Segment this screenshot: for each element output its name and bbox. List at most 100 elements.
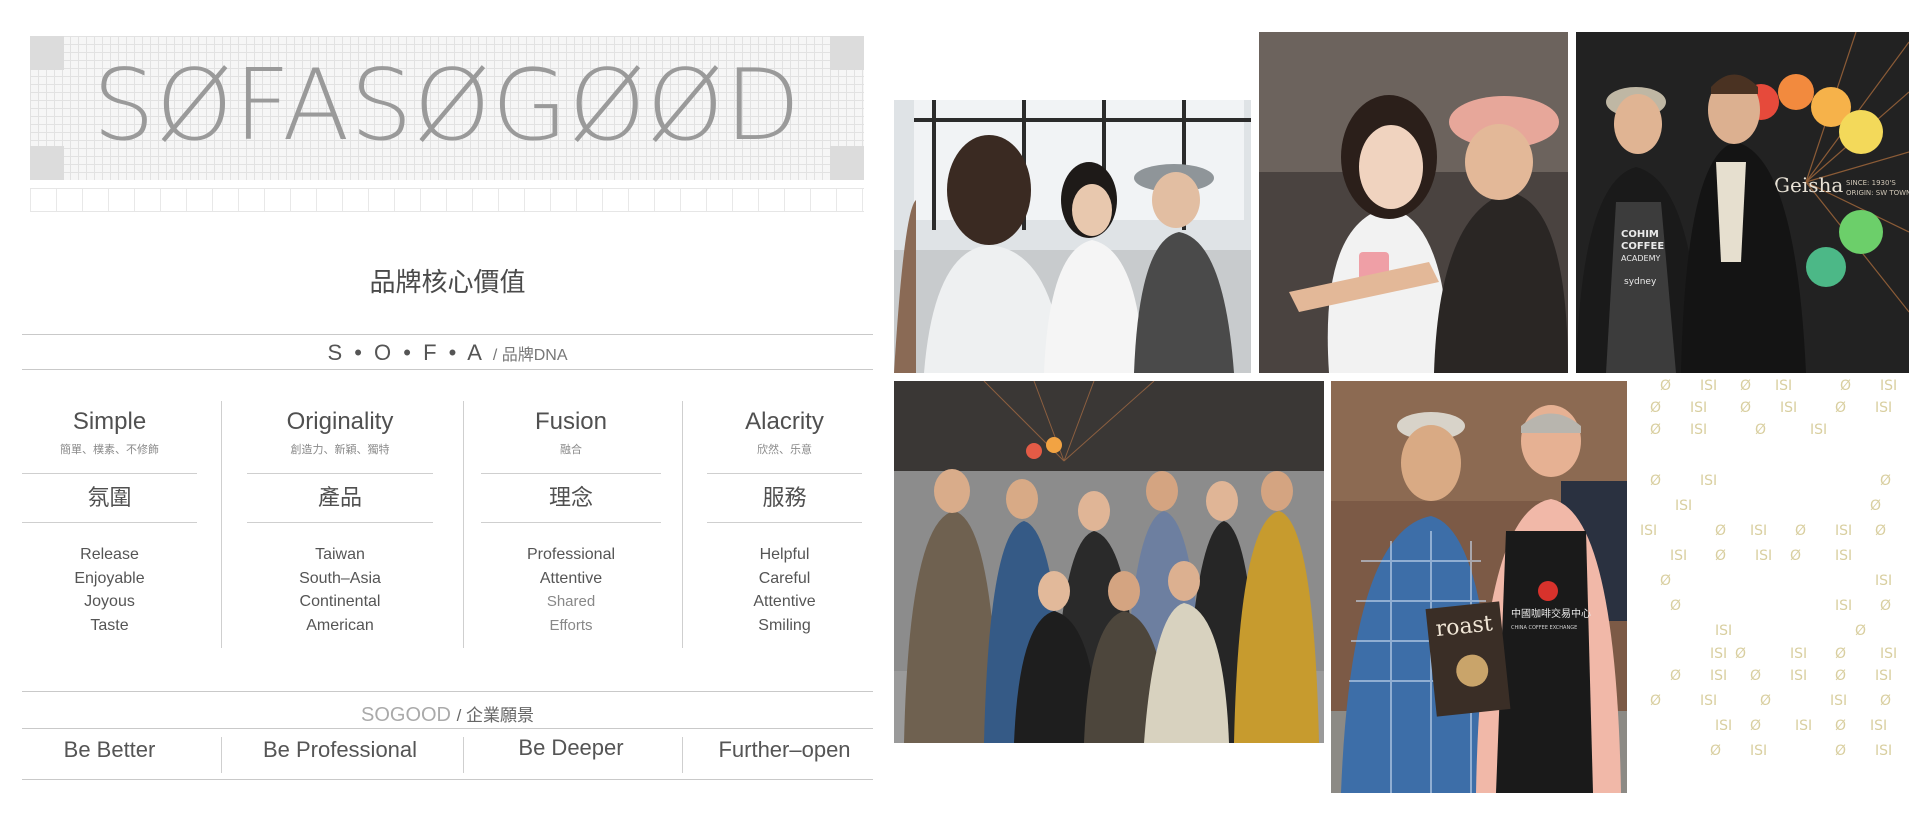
pattern-glyph: ISI <box>1835 523 1853 539</box>
column-items: Helpful Careful Attentive Smiling <box>707 543 862 637</box>
pattern-glyph: Ø <box>1715 523 1727 539</box>
pattern-glyph: ISI <box>1715 623 1733 639</box>
dna-suffix: / 品牌DNA <box>492 347 568 364</box>
column-subtitle: 欣然、乐意 <box>757 444 812 456</box>
pattern-glyph: Ø <box>1880 693 1892 709</box>
pattern-glyph: Ø <box>1880 598 1892 614</box>
photo-roast-book: 中國咖啡交易中心 CHINA COFFEE EXCHANGE roast <box>1331 381 1627 793</box>
list-item: Efforts <box>549 616 593 634</box>
list-item: Professional <box>526 546 616 563</box>
poster-brand: Geisha <box>1774 173 1843 197</box>
brand-dna-heading: S • O • F • A / 品牌DNA <box>22 340 873 366</box>
pattern-glyph: Ø <box>1735 646 1747 662</box>
core-values-title: 品牌核心價值 <box>369 267 526 297</box>
column-items: Taiwan South–Asia Continental American <box>247 543 433 637</box>
column-title: Simple <box>72 408 147 435</box>
pattern-glyph: ISI <box>1795 718 1813 734</box>
list-item: Shared <box>546 593 596 610</box>
column-separator <box>682 737 683 773</box>
pattern-glyph: Ø <box>1835 718 1847 734</box>
pattern-glyph: Ø <box>1835 668 1847 684</box>
pattern-glyph: Ø <box>1670 598 1682 614</box>
pattern-glyph: Ø <box>1855 623 1867 639</box>
list-item: Enjoyable <box>74 569 145 587</box>
column-title: Alacrity <box>745 408 824 435</box>
apron-line4: sydney <box>1624 277 1657 287</box>
pattern-glyph: ISI <box>1875 668 1893 684</box>
list-item: Continental <box>299 593 381 610</box>
column-items: Release Enjoyable Joyous Taste <box>22 543 197 637</box>
poster-origin: ORIGIN: SW TOWN OF <box>1846 189 1909 197</box>
list-item: Attentive <box>539 569 603 587</box>
pattern-glyph: ISI <box>1710 668 1728 684</box>
pattern-glyph: ISI <box>1875 743 1893 759</box>
list-item: Smiling <box>758 616 811 634</box>
column-divider <box>481 522 661 523</box>
pattern-glyph: ISI <box>1715 718 1733 734</box>
divider <box>22 691 873 692</box>
value-column-fusion: Fusion 融合 理念 Professional Attentive Shar… <box>481 405 661 637</box>
column-separator <box>463 401 464 648</box>
pattern-glyph: Ø <box>1650 473 1662 489</box>
pattern-glyph: Ø <box>1660 378 1672 394</box>
vision-item: Be Better <box>63 737 156 762</box>
pattern-glyph: ISI <box>1690 422 1708 438</box>
pattern-glyph: Ø <box>1760 693 1772 709</box>
pattern-glyph: ISI <box>1875 400 1893 416</box>
pattern-glyph: ISI <box>1780 400 1798 416</box>
column-divider <box>707 522 862 523</box>
apron-line3: ACADEMY <box>1621 254 1661 263</box>
pattern-glyph: ISI <box>1790 646 1808 662</box>
pattern-glyph: ISI <box>1870 718 1888 734</box>
list-item: Taste <box>90 616 129 634</box>
column-subtitle: 創造力、新穎、獨特 <box>290 444 390 456</box>
pattern-glyph: ISI <box>1675 498 1693 514</box>
value-column-originality: Originality 創造力、新穎、獨特 產品 Taiwan South–As… <box>247 405 433 637</box>
pattern-glyph: ISI <box>1690 400 1708 416</box>
pattern-glyph: Ø <box>1835 400 1847 416</box>
logo-ruler <box>30 188 864 212</box>
photo-presentation <box>1259 32 1568 373</box>
column-subtitle: 融合 <box>560 444 582 456</box>
pattern-glyph: Ø <box>1755 422 1767 438</box>
value-column-simple: Simple 簡單、樸素、不修飾 氛圍 Release Enjoyable Jo… <box>22 405 197 637</box>
poster-since: SINCE: 1930'S <box>1846 179 1896 187</box>
logo-wordmark: SØFASØGØØD <box>92 49 802 163</box>
pattern-glyph: Ø <box>1740 378 1752 394</box>
pattern-glyph: ISI <box>1750 523 1768 539</box>
list-item: Joyous <box>84 593 135 610</box>
column-separator <box>221 737 222 773</box>
divider <box>22 728 873 729</box>
vision-brand: SOGOOD <box>360 704 451 726</box>
list-item: Careful <box>758 569 811 587</box>
vision-heading: SOGOOD / 企業願景 <box>22 701 873 727</box>
pattern-glyph: Ø <box>1875 523 1887 539</box>
pattern-glyph: Ø <box>1650 422 1662 438</box>
apron-cn-sub: CHINA COFFEE EXCHANGE <box>1511 625 1577 631</box>
photo-geisha-poster: Geisha SINCE: 1930'S ORIGIN: SW TOWN OF … <box>1576 32 1909 373</box>
pattern-glyph: ISI <box>1880 378 1898 394</box>
pattern-glyph: ISI <box>1750 743 1768 759</box>
list-item: American <box>306 616 374 634</box>
list-item: South–Asia <box>299 569 381 587</box>
pattern-glyph: ISI <box>1880 646 1898 662</box>
pattern-glyph: ISI <box>1835 598 1853 614</box>
column-subtitle: 簡單、樸素、不修飾 <box>60 444 159 456</box>
photo-coffee-workshop <box>894 100 1251 373</box>
divider <box>22 369 873 370</box>
pattern-glyph: Ø <box>1790 548 1802 564</box>
list-item: Helpful <box>759 546 810 563</box>
divider <box>22 334 873 335</box>
pattern-glyph: Ø <box>1795 523 1807 539</box>
vision-item: Further–open <box>718 737 851 762</box>
vision-item: Be Deeper <box>518 735 624 760</box>
pattern-glyph: ISI <box>1830 693 1848 709</box>
pattern-glyph: Ø <box>1715 548 1727 564</box>
pattern-glyph: ISI <box>1710 646 1728 662</box>
pattern-glyph: Ø <box>1880 473 1892 489</box>
column-category: 產品 <box>317 485 362 510</box>
pattern-glyph: Ø <box>1740 400 1752 416</box>
column-divider <box>247 522 433 523</box>
column-separator <box>682 401 683 648</box>
column-title: Originality <box>286 408 394 435</box>
